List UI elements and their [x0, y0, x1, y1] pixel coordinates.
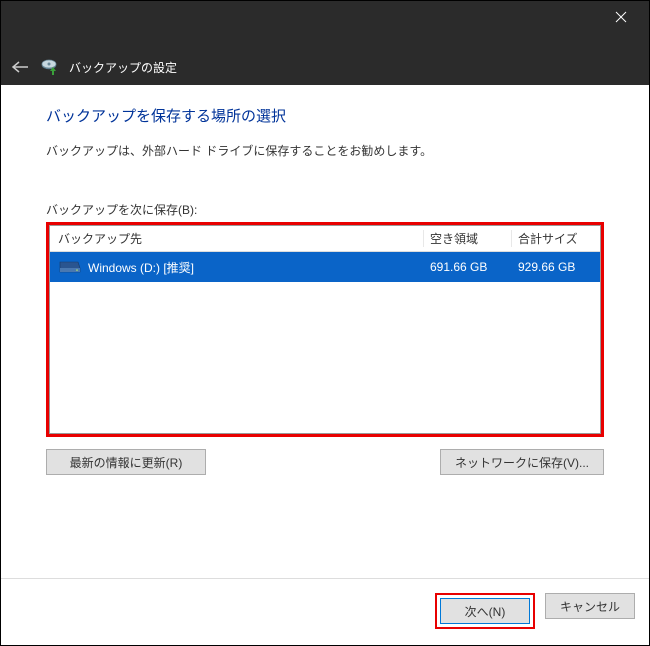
cancel-button[interactable]: キャンセル — [545, 593, 635, 619]
drive-cell-destination: Windows (D:) [推奨] — [50, 259, 424, 276]
footer: 次へ(N) キャンセル — [1, 578, 649, 645]
page-subtitle: バックアップは、外部ハード ドライブに保存することをお勧めします。 — [46, 142, 604, 159]
next-button[interactable]: 次へ(N) — [440, 598, 530, 624]
page-heading: バックアップを保存する場所の選択 — [46, 105, 604, 126]
col-total[interactable]: 合計サイズ — [512, 230, 600, 247]
titlebar — [1, 1, 649, 49]
drive-row[interactable]: Windows (D:) [推奨] 691.66 GB 929.66 GB — [50, 252, 600, 282]
drive-icon — [58, 259, 82, 275]
drive-cell-total: 929.66 GB — [512, 260, 600, 274]
list-header: バックアップ先 空き領域 合計サイズ — [50, 226, 600, 252]
action-buttons: 最新の情報に更新(R) ネットワークに保存(V)... — [46, 449, 604, 475]
header-bar: バックアップの設定 — [1, 49, 649, 85]
drive-name: Windows (D:) [推奨] — [88, 259, 194, 276]
backup-icon — [39, 57, 59, 77]
refresh-button[interactable]: 最新の情報に更新(R) — [46, 449, 206, 475]
window-title: バックアップの設定 — [69, 59, 177, 76]
drive-list-highlight: バックアップ先 空き領域 合計サイズ Windows (D:) [推奨] 691… — [46, 222, 604, 437]
network-save-button[interactable]: ネットワークに保存(V)... — [440, 449, 604, 475]
col-destination[interactable]: バックアップ先 — [50, 230, 424, 247]
next-button-highlight: 次へ(N) — [435, 593, 535, 629]
drive-cell-free: 691.66 GB — [424, 260, 512, 274]
list-label: バックアップを次に保存(B): — [46, 201, 604, 218]
back-button[interactable] — [11, 60, 29, 74]
close-button[interactable] — [601, 5, 641, 29]
content-area: バックアップを保存する場所の選択 バックアップは、外部ハード ドライブに保存する… — [1, 85, 649, 578]
col-free[interactable]: 空き領域 — [424, 230, 512, 247]
drive-list: バックアップ先 空き領域 合計サイズ Windows (D:) [推奨] 691… — [49, 225, 601, 434]
